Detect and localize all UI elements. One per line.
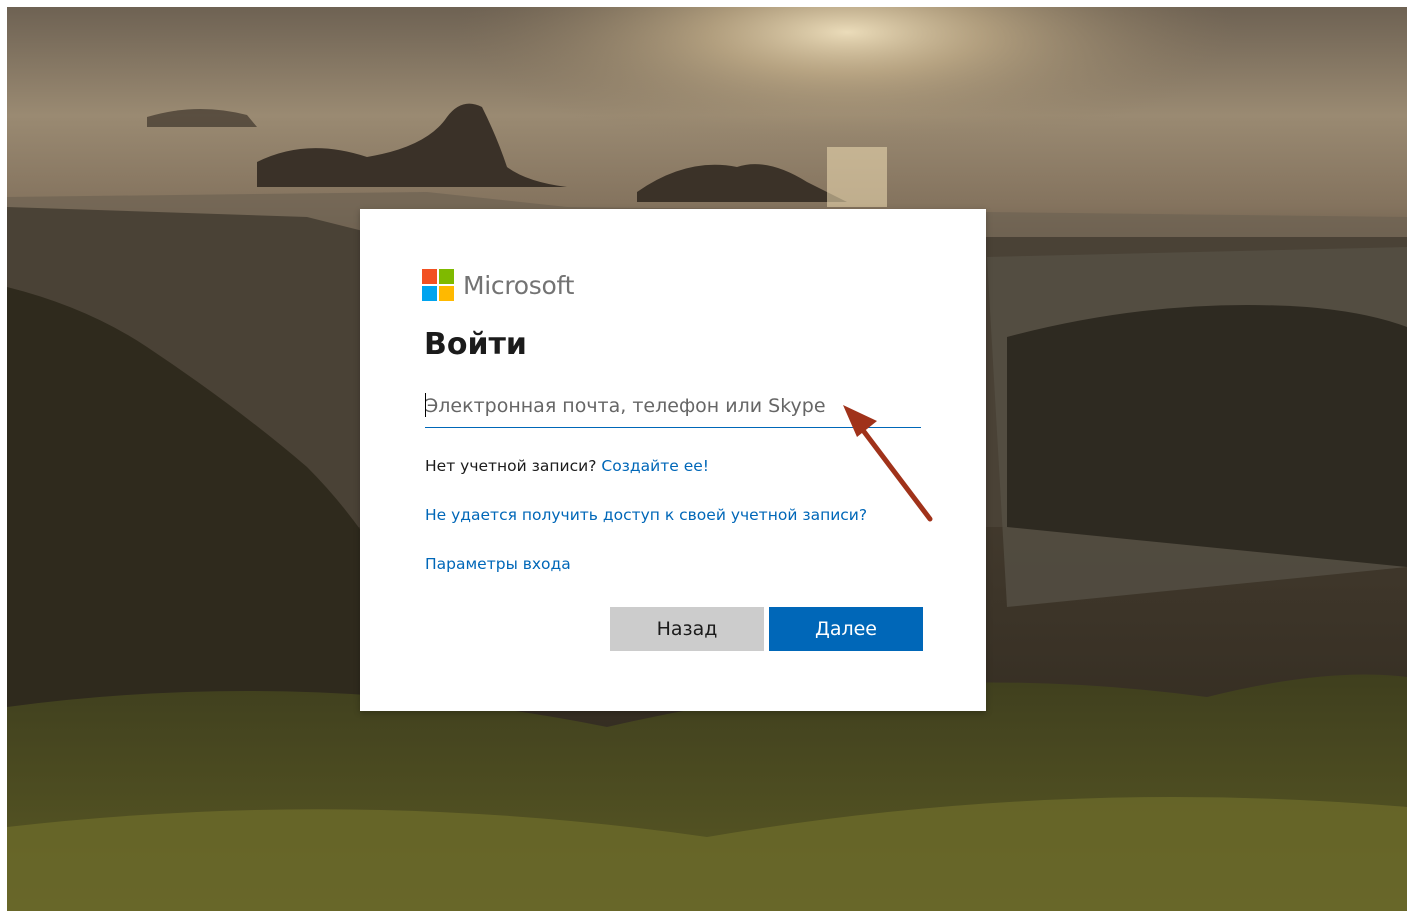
- text-cursor: [425, 393, 426, 417]
- microsoft-logo: Microsoft: [422, 268, 574, 302]
- back-button[interactable]: Назад: [610, 607, 764, 651]
- sign-in-card: Microsoft Войти Нет учетной записи? Созд…: [360, 209, 986, 711]
- logo-square-red: [422, 269, 437, 284]
- cant-access-account-link[interactable]: Не удается получить доступ к своей учетн…: [425, 506, 867, 524]
- logo-text: Microsoft: [463, 270, 575, 300]
- email-field-container: [425, 387, 921, 428]
- no-account-line: Нет учетной записи? Создайте ее!: [425, 457, 709, 475]
- page-title: Войти: [424, 327, 527, 362]
- signin-options-link[interactable]: Параметры входа: [425, 555, 571, 573]
- screen: Microsoft Войти Нет учетной записи? Созд…: [7, 7, 1407, 911]
- microsoft-logo-icon: [422, 269, 454, 301]
- next-button[interactable]: Далее: [769, 607, 923, 651]
- logo-square-blue: [422, 286, 437, 301]
- logo-square-green: [439, 269, 454, 284]
- logo-square-yellow: [439, 286, 454, 301]
- create-account-link[interactable]: Создайте ее!: [601, 457, 709, 475]
- email-field[interactable]: [425, 387, 921, 425]
- no-account-text: Нет учетной записи?: [425, 457, 597, 475]
- signin-options-line: Параметры входа: [425, 555, 571, 573]
- cant-access-line: Не удается получить доступ к своей учетн…: [425, 506, 867, 524]
